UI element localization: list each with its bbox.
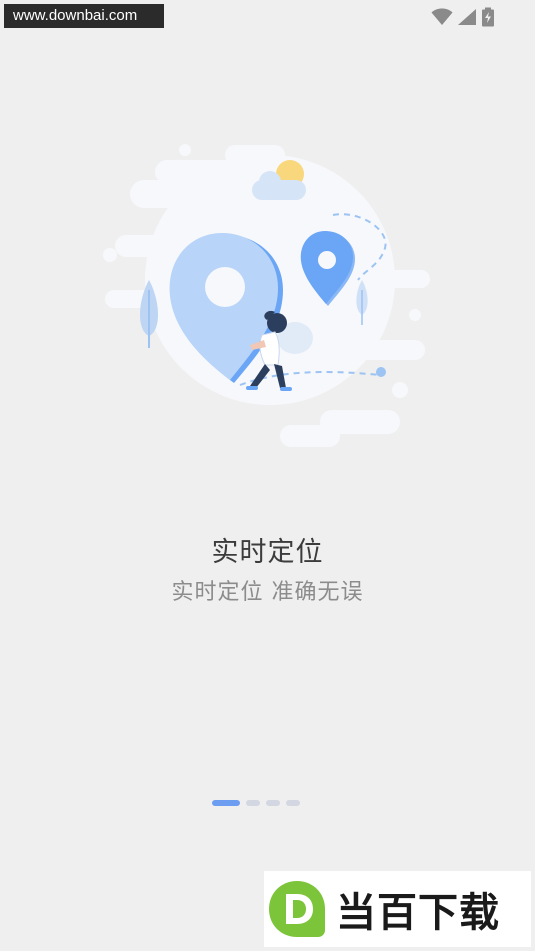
- status-bar: [431, 7, 495, 27]
- location-pin-illustration: [103, 144, 430, 447]
- downbai-logo-icon: [269, 881, 325, 937]
- cell-signal-icon: [458, 9, 476, 25]
- page-title: 实时定位: [211, 537, 324, 568]
- page-dot-3[interactable]: [266, 800, 280, 806]
- page-dot-1[interactable]: [212, 800, 240, 806]
- onboarding-screen: www.downbai.com 实时定位 实时定位 准确无误 当百下载: [0, 0, 535, 951]
- watermark-bottom: 当百下载: [264, 871, 531, 947]
- page-indicator: [212, 800, 300, 806]
- route-end-dot: [376, 367, 386, 377]
- page-subtitle: 实时定位 准确无误: [171, 580, 364, 605]
- page-dot-2[interactable]: [246, 800, 260, 806]
- page-dot-4[interactable]: [286, 800, 300, 806]
- watermark-top: www.downbai.com: [4, 4, 164, 28]
- wifi-icon: [431, 8, 453, 25]
- battery-charging-icon: [482, 7, 494, 27]
- watermark-bottom-text: 当百下载: [336, 890, 500, 936]
